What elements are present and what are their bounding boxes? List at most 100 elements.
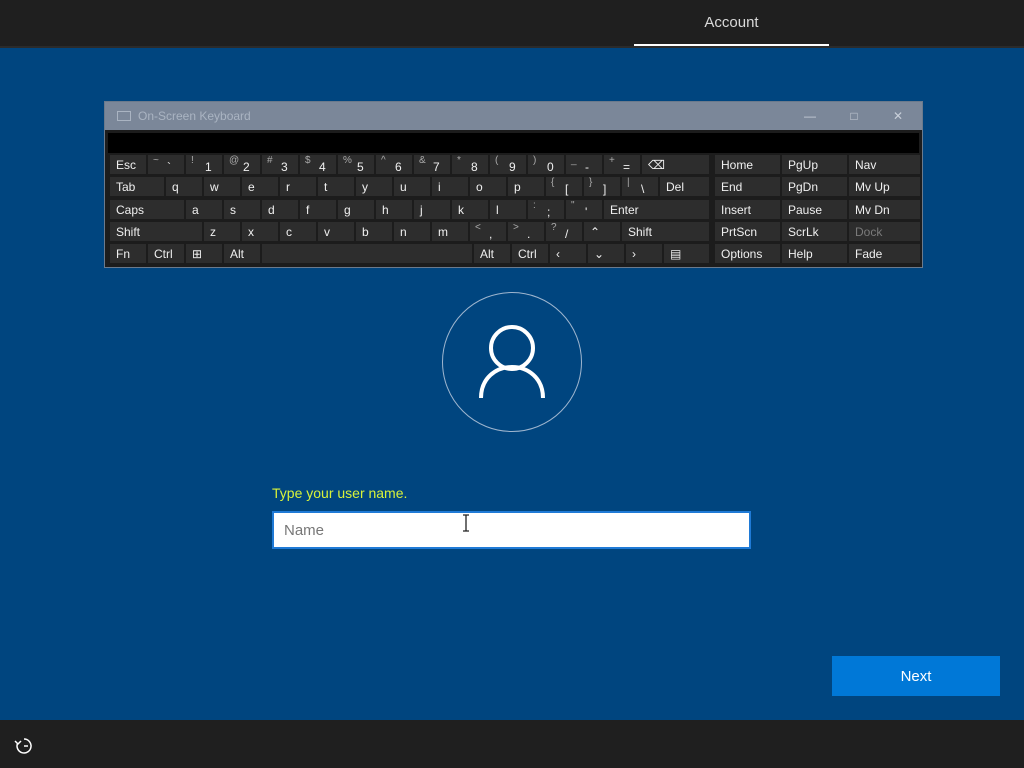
key-mv-dn[interactable]: Mv Dn — [848, 199, 921, 220]
key-fn[interactable]: Fn — [109, 243, 147, 264]
key-pgdn[interactable]: PgDn — [781, 176, 848, 197]
key-1[interactable]: ! 1 — [185, 154, 223, 175]
key-3[interactable]: #3 — [261, 154, 299, 175]
key-label: l — [496, 203, 499, 217]
key-c[interactable]: c — [279, 221, 317, 242]
key-lbracket[interactable]: {[ — [545, 176, 583, 197]
key-lalt[interactable]: Alt — [223, 243, 261, 264]
key-backspace[interactable]: ⌫ — [641, 154, 710, 175]
key-label: Alt — [230, 247, 245, 261]
key-enter[interactable]: Enter — [603, 199, 710, 220]
key-home[interactable]: Home — [714, 154, 781, 175]
key-del[interactable]: Del — [659, 176, 710, 197]
osk-titlebar[interactable]: On-Screen Keyboard — □ ✕ — [105, 102, 922, 130]
key-space[interactable] — [261, 243, 473, 264]
key-0[interactable]: ) 0 — [527, 154, 565, 175]
key-label: s — [230, 203, 236, 217]
key-down[interactable]: ⌄ — [587, 243, 625, 264]
key-j[interactable]: j — [413, 199, 451, 220]
username-input[interactable] — [274, 513, 749, 547]
key-minus[interactable]: _ - — [565, 154, 603, 175]
next-button[interactable]: Next — [832, 656, 1000, 696]
key-options[interactable]: Options — [714, 243, 781, 264]
osk-minimize-button[interactable]: — — [788, 102, 832, 130]
key-rshift[interactable]: Shift — [621, 221, 710, 242]
key-label: Mv Up — [855, 180, 890, 194]
key-f[interactable]: f — [299, 199, 337, 220]
key-tilde[interactable]: ~ ` — [147, 154, 185, 175]
key-n[interactable]: n — [393, 221, 431, 242]
tab-account[interactable]: Account — [634, 0, 829, 46]
key-slash[interactable]: ? / — [545, 221, 583, 242]
key-r[interactable]: r — [279, 176, 317, 197]
key-9[interactable]: (9 — [489, 154, 527, 175]
key-t[interactable]: t — [317, 176, 355, 197]
key-e[interactable]: e — [241, 176, 279, 197]
key-scrlk[interactable]: ScrLk — [781, 221, 848, 242]
username-field[interactable] — [272, 511, 751, 549]
key-rbracket[interactable]: }] — [583, 176, 621, 197]
key-h[interactable]: h — [375, 199, 413, 220]
key-pgup[interactable]: PgUp — [781, 154, 848, 175]
key-up[interactable]: ⌃ — [583, 221, 621, 242]
key-z[interactable]: z — [203, 221, 241, 242]
key-backslash[interactable]: | \ — [621, 176, 659, 197]
key-lctrl[interactable]: Ctrl — [147, 243, 185, 264]
key-s[interactable]: s — [223, 199, 261, 220]
ease-of-access-icon[interactable] — [14, 736, 34, 756]
key-insert[interactable]: Insert — [714, 199, 781, 220]
key-d[interactable]: d — [261, 199, 299, 220]
key-k[interactable]: k — [451, 199, 489, 220]
key-m[interactable]: m — [431, 221, 469, 242]
bottom-bar — [0, 720, 1024, 768]
key-5[interactable]: % 5 — [337, 154, 375, 175]
key-2[interactable]: @2 — [223, 154, 261, 175]
key-i[interactable]: i — [431, 176, 469, 197]
osk-maximize-button[interactable]: □ — [832, 102, 876, 130]
key-ralt[interactable]: Alt — [473, 243, 511, 264]
key-label: 9 — [509, 160, 516, 174]
osk-close-button[interactable]: ✕ — [876, 102, 920, 130]
key-win[interactable]: ⊞ — [185, 243, 223, 264]
key-pause[interactable]: Pause — [781, 199, 848, 220]
key-period[interactable]: >. — [507, 221, 545, 242]
key-lshift[interactable]: Shift — [109, 221, 203, 242]
key-rctrl[interactable]: Ctrl — [511, 243, 549, 264]
key-nav[interactable]: Nav — [848, 154, 921, 175]
key-shift-label: + — [609, 155, 615, 166]
key-8[interactable]: * 8 — [451, 154, 489, 175]
key-semicolon[interactable]: :; — [527, 199, 565, 220]
key-a[interactable]: a — [185, 199, 223, 220]
key-y[interactable]: y — [355, 176, 393, 197]
key-equals[interactable]: + = — [603, 154, 641, 175]
key-fade[interactable]: Fade — [848, 243, 921, 264]
key-end[interactable]: End — [714, 176, 781, 197]
key-dock[interactable]: Dock — [848, 221, 921, 242]
key-right[interactable]: › — [625, 243, 663, 264]
key-left[interactable]: ‹ — [549, 243, 587, 264]
key-q[interactable]: q — [165, 176, 203, 197]
on-screen-keyboard[interactable]: On-Screen Keyboard — □ ✕ Esc ~ `! 1 @2 #3 $4% 5… — [104, 101, 923, 268]
key-menu[interactable]: ▤ — [663, 243, 710, 264]
key-w[interactable]: w — [203, 176, 241, 197]
key-4[interactable]: $4 — [299, 154, 337, 175]
key-esc[interactable]: Esc — [109, 154, 147, 175]
key-u[interactable]: u — [393, 176, 431, 197]
key-comma[interactable]: <, — [469, 221, 507, 242]
key-7[interactable]: & 7 — [413, 154, 451, 175]
key-caps[interactable]: Caps — [109, 199, 185, 220]
key-l[interactable]: l — [489, 199, 527, 220]
key-p[interactable]: p — [507, 176, 545, 197]
key-shift-label: | — [627, 177, 630, 188]
key-b[interactable]: b — [355, 221, 393, 242]
key-x[interactable]: x — [241, 221, 279, 242]
key-v[interactable]: v — [317, 221, 355, 242]
key-mv-up[interactable]: Mv Up — [848, 176, 921, 197]
key-quote[interactable]: " ' — [565, 199, 603, 220]
key-help[interactable]: Help — [781, 243, 848, 264]
key-g[interactable]: g — [337, 199, 375, 220]
key-tab[interactable]: Tab — [109, 176, 165, 197]
key-o[interactable]: o — [469, 176, 507, 197]
key-6[interactable]: ^ 6 — [375, 154, 413, 175]
key-prtscn[interactable]: PrtScn — [714, 221, 781, 242]
